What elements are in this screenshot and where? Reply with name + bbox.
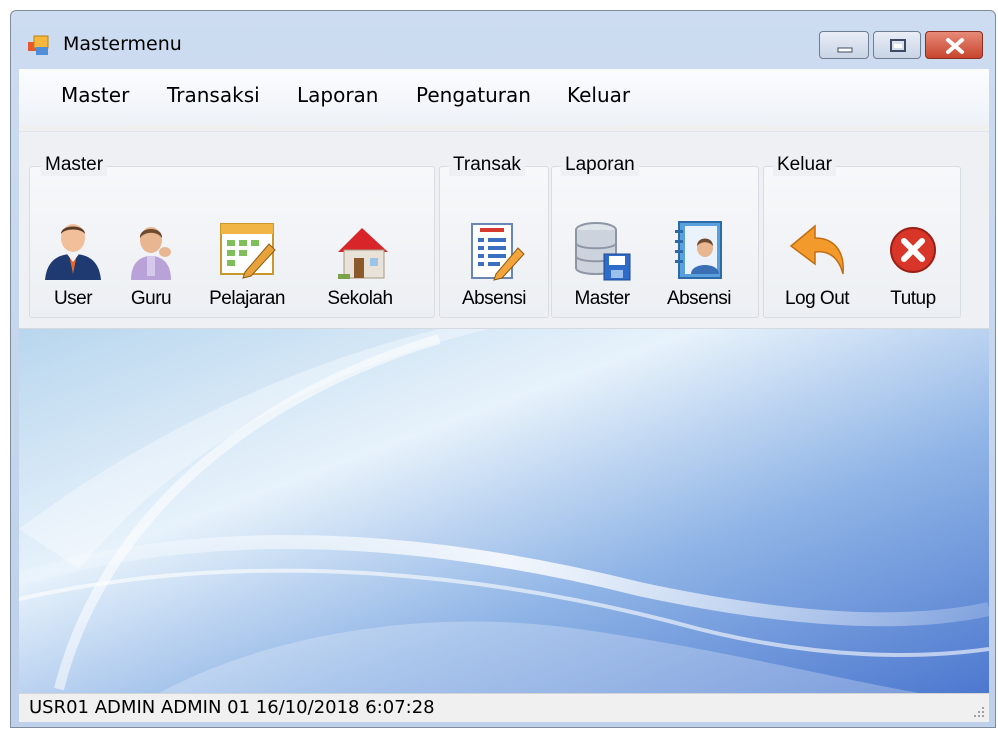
close-circle-icon — [890, 227, 936, 273]
status-bar: USR01 ADMIN ADMIN 01 16/10/2018 6:07:28 — [19, 693, 989, 722]
attendance-document-icon — [471, 223, 525, 281]
title-bar[interactable]: Mastermenu — [11, 11, 995, 73]
close-window-button[interactable] — [925, 31, 983, 59]
menu-pengaturan[interactable]: Pengaturan — [408, 81, 539, 109]
ribbon-group-title-laporan: Laporan — [561, 154, 639, 176]
user-button-label: User — [53, 288, 93, 309]
sekolah-button-label: Sekolah — [327, 288, 393, 309]
laporan-absensi-button[interactable]: Absensi — [651, 218, 747, 318]
guru-button[interactable]: Guru — [121, 218, 181, 318]
teacher-icon — [131, 227, 171, 280]
log-out-button[interactable]: Log Out — [771, 218, 863, 318]
resize-grip-icon[interactable] — [971, 704, 985, 718]
transaksi-absensi-label: Absensi — [461, 288, 527, 309]
transaksi-absensi-button[interactable]: Absensi — [447, 218, 541, 318]
contact-book-icon — [675, 221, 722, 279]
tutup-label: Tutup — [890, 288, 936, 309]
window-title: Mastermenu — [63, 33, 182, 55]
restore-icon — [890, 39, 906, 52]
laporan-master-button[interactable]: Master — [559, 218, 645, 318]
school-icon — [338, 228, 388, 279]
minimize-icon — [837, 47, 853, 53]
guru-button-label: Guru — [130, 288, 172, 309]
ribbon-group-title-master: Master — [41, 154, 108, 176]
ribbon-toolbar: Master User Guru Pelajaran Sekolah Trans… — [19, 131, 989, 329]
app-window: Mastermenu Master Transaksi Laporan Peng… — [10, 10, 996, 728]
pelajaran-button[interactable]: Pelajaran — [199, 218, 295, 318]
schedule-icon — [220, 223, 276, 279]
user-icon — [45, 224, 101, 280]
sekolah-button[interactable]: Sekolah — [315, 218, 405, 318]
close-icon — [946, 38, 964, 54]
undo-arrow-icon — [789, 224, 844, 275]
user-button[interactable]: User — [41, 218, 105, 318]
client-area: Master Transaksi Laporan Pengaturan Kelu… — [19, 69, 989, 722]
menu-bar: Master Transaksi Laporan Pengaturan Kelu… — [19, 69, 989, 125]
ribbon-group-title-transak: Transak — [449, 154, 525, 176]
maximize-button[interactable] — [873, 31, 921, 59]
ribbon-group-title-keluar: Keluar — [773, 154, 836, 176]
status-text: USR01 ADMIN ADMIN 01 16/10/2018 6:07:28 — [29, 697, 435, 718]
laporan-absensi-label: Absensi — [666, 288, 732, 309]
background-image — [19, 329, 989, 693]
menu-master[interactable]: Master — [53, 81, 137, 109]
menu-transaksi[interactable]: Transaksi — [159, 81, 268, 109]
pelajaran-button-label: Pelajaran — [209, 288, 285, 309]
tutup-button[interactable]: Tutup — [875, 218, 951, 318]
menu-keluar[interactable]: Keluar — [559, 81, 638, 109]
menu-laporan[interactable]: Laporan — [289, 81, 386, 109]
laporan-master-label: Master — [574, 288, 630, 309]
app-icon — [28, 35, 49, 55]
log-out-label: Log Out — [784, 288, 850, 309]
database-icon — [575, 222, 631, 281]
minimize-button[interactable] — [819, 31, 869, 59]
